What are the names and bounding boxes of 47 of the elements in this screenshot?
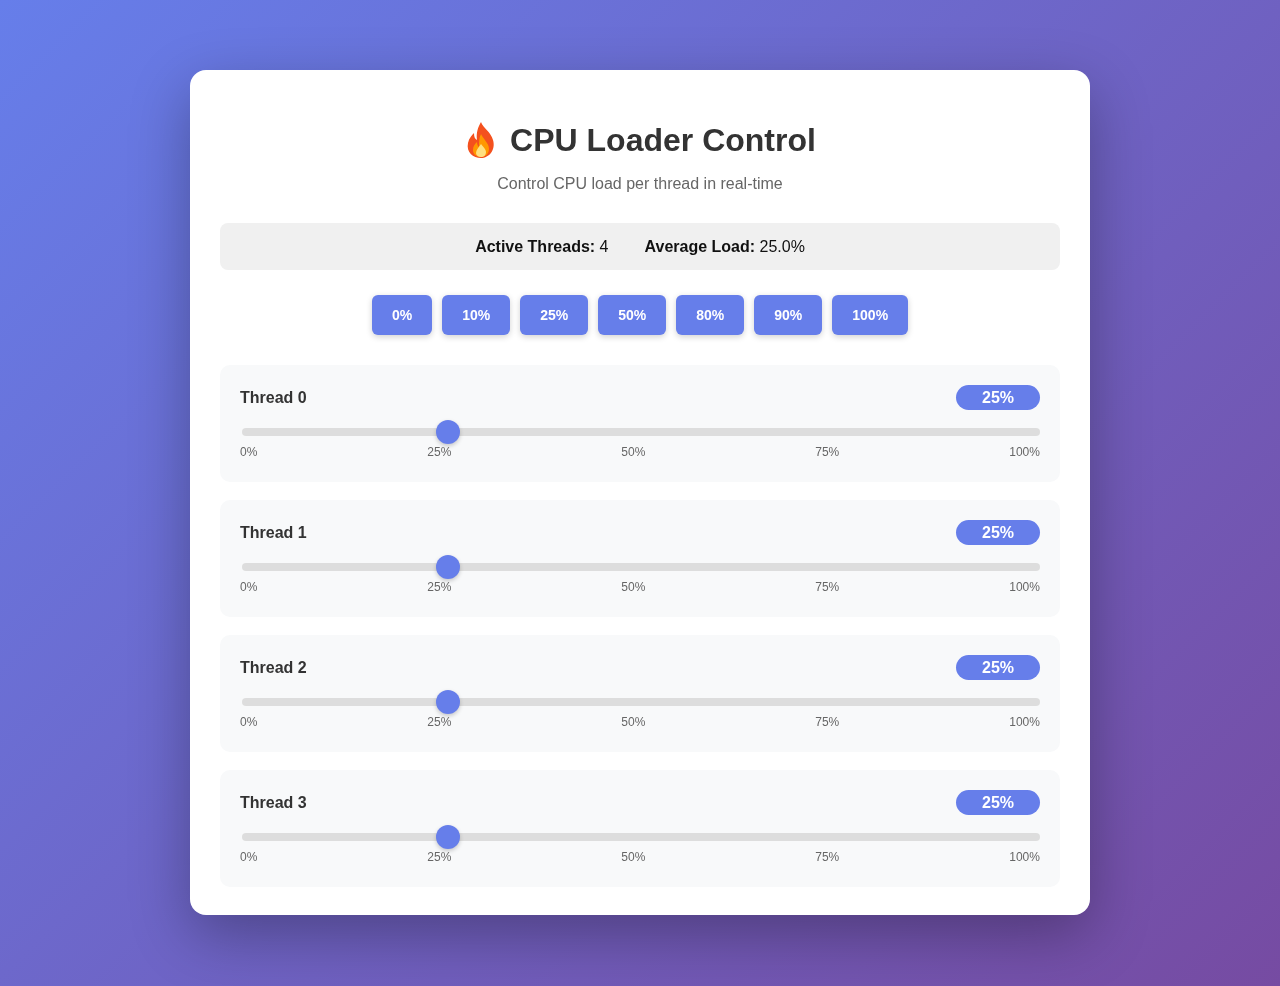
preset-button[interactable]: 10% [442, 295, 511, 335]
scale-label: 75% [815, 445, 840, 460]
load-badge: 25% [956, 655, 1040, 680]
scale-label: 50% [621, 445, 646, 460]
scale-label: 0% [240, 445, 258, 460]
preset-button[interactable]: 25% [520, 295, 589, 335]
preset-button[interactable]: 90% [754, 295, 823, 335]
slider-thumb[interactable] [435, 690, 460, 714]
scale-label: 75% [815, 850, 840, 865]
preset-button[interactable]: 0% [371, 295, 433, 335]
scale-label: 100% [1009, 850, 1040, 865]
preset-button[interactable]: 100% [832, 295, 909, 335]
page-title: CPU Loader Control [510, 121, 816, 159]
scale-label: 75% [815, 580, 840, 595]
slider-thumb[interactable] [435, 825, 460, 849]
scale-label: 25% [427, 580, 452, 595]
preset-button[interactable]: 80% [676, 295, 745, 335]
stat-text: Average Load: 25.0% [644, 237, 805, 256]
scale-label: 100% [1009, 445, 1040, 460]
scale-label: 50% [621, 715, 646, 730]
scale-label: 25% [427, 445, 452, 460]
scale-label: 0% [240, 715, 258, 730]
stat-text: Active Threads: 4 [475, 237, 609, 256]
thread-label: Thread 1 [240, 523, 307, 542]
scale-label: 100% [1009, 715, 1040, 730]
scale-label: 100% [1009, 580, 1040, 595]
slider-track[interactable] [242, 825, 1040, 849]
scale-label: 50% [621, 580, 646, 595]
thread-label: Thread 3 [240, 793, 307, 812]
slider-track[interactable] [242, 420, 1040, 444]
slider-track[interactable] [242, 555, 1040, 579]
scale-label: 75% [815, 715, 840, 730]
load-badge: 25% [956, 385, 1040, 410]
thread-label: Thread 2 [240, 658, 307, 677]
scale-label: 25% [427, 850, 452, 865]
slider-track[interactable] [242, 690, 1040, 714]
scale-label: 50% [621, 850, 646, 865]
slider-thumb[interactable] [435, 420, 460, 444]
thread-label: Thread 0 [240, 388, 307, 407]
scale-label: 25% [427, 715, 452, 730]
load-badge: 25% [956, 520, 1040, 545]
load-badge: 25% [956, 790, 1040, 815]
scale-label: 0% [240, 580, 258, 595]
scale-label: 0% [240, 850, 258, 865]
slider-thumb[interactable] [435, 555, 460, 579]
page-subtitle: Control CPU load per thread in real-time [497, 174, 783, 193]
preset-button[interactable]: 50% [598, 295, 667, 335]
